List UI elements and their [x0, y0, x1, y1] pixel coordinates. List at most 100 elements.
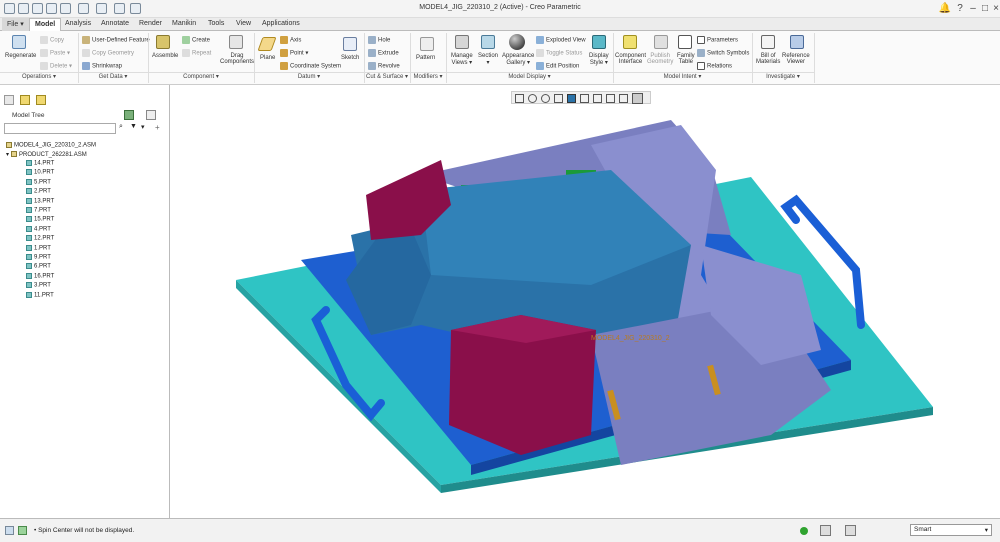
group-component[interactable]: Component ▾	[148, 72, 254, 84]
manage-views-icon[interactable]	[455, 35, 469, 49]
tree-part-item[interactable]: 5.PRT	[26, 178, 51, 185]
drag-components-icon[interactable]	[229, 35, 243, 49]
component-interface-icon[interactable]	[623, 35, 637, 49]
appearance-gallery-button[interactable]: Appearance Gallery ▾	[502, 53, 534, 66]
help-icon[interactable]: ?	[953, 3, 967, 14]
group-cut-surface[interactable]: Cut & Surface ▾	[364, 72, 410, 84]
paste-button[interactable]: Paste ▾	[40, 49, 70, 57]
plane-icon[interactable]	[257, 37, 277, 51]
group-operations[interactable]: Operations ▾	[0, 72, 78, 84]
sketch-button[interactable]: Sketch	[341, 55, 359, 61]
tree-part-item[interactable]: 10.PRT	[26, 169, 54, 176]
tree-part-item[interactable]: 3.PRT	[26, 282, 51, 289]
tree-part-item[interactable]: 15.PRT	[26, 216, 54, 223]
reference-viewer-icon[interactable]	[790, 35, 804, 49]
group-model-display[interactable]: Model Display ▾	[446, 72, 613, 84]
filter-icon[interactable]: ▼	[130, 123, 137, 130]
group-investigate[interactable]: Investigate ▾	[752, 72, 814, 84]
edit-position-button[interactable]: Edit Position	[536, 62, 579, 70]
tree-subassembly-item[interactable]: ▾ PRODUCT_262281.ASM	[6, 151, 87, 158]
exploded-view-button[interactable]: Exploded View	[536, 36, 586, 44]
assemble-button[interactable]: Assemble	[152, 53, 178, 59]
parameters-button[interactable]: Parameters	[697, 36, 738, 44]
model-tree-tab-icon[interactable]	[4, 95, 14, 105]
regenerate-icon[interactable]	[12, 35, 26, 49]
chevron-down-icon[interactable]: ▾	[141, 123, 145, 131]
tab-applications[interactable]: Applications	[257, 18, 305, 31]
family-table-button[interactable]: Family Table	[677, 53, 695, 65]
copy-geometry-button[interactable]: Copy Geometry	[82, 49, 134, 57]
appearance-sphere-icon[interactable]	[509, 34, 525, 50]
status-panel-icon[interactable]	[5, 526, 14, 535]
section-icon[interactable]	[481, 35, 495, 49]
tree-part-item[interactable]: 7.PRT	[26, 207, 51, 214]
axis-button[interactable]: Axis	[280, 36, 301, 44]
group-model-intent[interactable]: Model Intent ▾	[613, 72, 752, 84]
tree-part-item[interactable]: 1.PRT	[26, 244, 51, 251]
manage-views-button[interactable]: Manage Views ▾	[451, 53, 473, 66]
graphics-viewport[interactable]: MODEL4_JIG_220310_2	[171, 85, 1000, 518]
tab-file[interactable]: File ▾	[2, 18, 29, 31]
sketch-icon[interactable]	[343, 37, 357, 51]
group-modifiers[interactable]: Modifiers ▾	[410, 72, 446, 84]
display-style-button[interactable]: Display Style ▾	[589, 53, 609, 66]
tree-part-item[interactable]: 2.PRT	[26, 188, 51, 195]
tab-view[interactable]: View	[231, 18, 256, 31]
extrude-button[interactable]: Extrude	[368, 49, 399, 57]
copy-button[interactable]: Copy	[40, 36, 64, 44]
display-style-icon[interactable]	[592, 35, 606, 49]
tab-manikin[interactable]: Manikin	[167, 18, 201, 31]
tree-root-item[interactable]: MODEL4_JIG_220310_2.ASM	[6, 142, 96, 149]
regenerate-button[interactable]: Regenerate	[5, 53, 36, 59]
create-button[interactable]: Create	[182, 36, 210, 44]
section-button[interactable]: Section ▾	[478, 53, 498, 66]
find-icon[interactable]	[820, 525, 831, 536]
assemble-icon[interactable]	[156, 35, 170, 49]
tree-part-item[interactable]: 9.PRT	[26, 254, 51, 261]
tab-annotate[interactable]: Annotate	[96, 18, 134, 31]
add-column-icon[interactable]: +	[155, 123, 160, 132]
toggle-status-button[interactable]: Toggle Status	[536, 49, 582, 57]
pattern-icon[interactable]	[420, 37, 434, 51]
bill-of-materials-button[interactable]: Bill of Materials	[756, 53, 780, 65]
relations-button[interactable]: Relations	[697, 62, 732, 70]
selected-items-icon[interactable]	[845, 525, 856, 536]
tab-render[interactable]: Render	[134, 18, 167, 31]
tree-part-item[interactable]: 4.PRT	[26, 225, 51, 232]
shrinkwrap-button[interactable]: Shrinkwrap	[82, 62, 122, 70]
tree-part-item[interactable]: 13.PRT	[26, 197, 54, 204]
drag-components-button[interactable]: Drag Components	[220, 53, 254, 65]
revolve-button[interactable]: Revolve	[368, 62, 400, 70]
tree-part-item[interactable]: 16.PRT	[26, 272, 54, 279]
user-defined-feature-button[interactable]: User-Defined Feature	[82, 36, 150, 44]
point-button[interactable]: Point ▾	[280, 49, 308, 57]
favorites-tab-icon[interactable]	[36, 95, 46, 105]
assembly-3d-model[interactable]: MODEL4_JIG_220310_2	[171, 85, 1000, 518]
folder-browser-tab-icon[interactable]	[20, 95, 30, 105]
selection-filter-select[interactable]: Smart ▾	[910, 524, 992, 536]
tree-part-item[interactable]: 12.PRT	[26, 235, 54, 242]
coordinate-system-button[interactable]: Coordinate System	[280, 62, 341, 70]
model-status-icon[interactable]	[18, 526, 27, 535]
tab-tools[interactable]: Tools	[203, 18, 229, 31]
tree-part-item[interactable]: 14.PRT	[26, 160, 54, 167]
plane-button[interactable]: Plane	[260, 55, 275, 61]
publish-geometry-icon[interactable]	[654, 35, 668, 49]
tree-part-item[interactable]: 11.PRT	[26, 291, 54, 298]
hole-button[interactable]: Hole	[368, 36, 390, 44]
family-table-icon[interactable]	[678, 35, 692, 49]
group-datum[interactable]: Datum ▾	[254, 72, 364, 84]
component-interface-button[interactable]: Component Interface	[615, 53, 646, 65]
tab-model[interactable]: Model	[29, 18, 62, 31]
tree-search-input[interactable]	[4, 123, 116, 134]
group-get-data[interactable]: Get Data ▾	[78, 72, 148, 84]
bill-of-materials-icon[interactable]	[761, 35, 775, 49]
repeat-button[interactable]: Repeat	[182, 49, 211, 57]
close-button[interactable]: ×	[989, 3, 1000, 14]
reference-viewer-button[interactable]: Reference Viewer	[782, 53, 810, 65]
switch-symbols-button[interactable]: Switch Symbols	[697, 49, 749, 57]
pattern-button[interactable]: Pattern	[416, 55, 435, 61]
tree-part-item[interactable]: 6.PRT	[26, 263, 51, 270]
publish-geometry-button[interactable]: Publish Geometry	[647, 53, 673, 65]
delete-button[interactable]: Delete ▾	[40, 62, 72, 70]
